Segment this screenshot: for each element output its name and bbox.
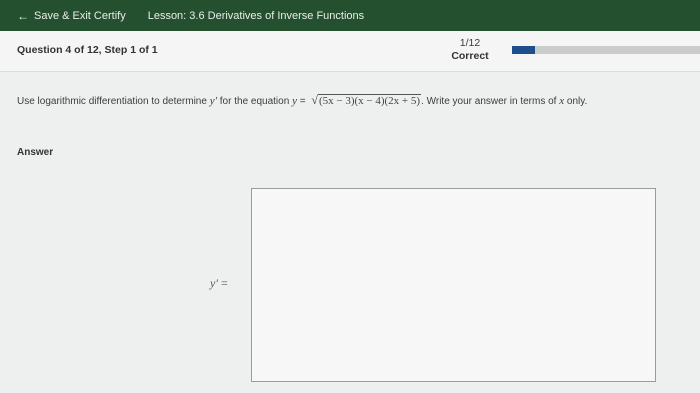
answer-lhs: y′ = xyxy=(210,276,228,291)
question-bar: Question 4 of 12, Step 1 of 1 1/12 Corre… xyxy=(0,31,700,72)
progress-bar xyxy=(512,46,700,54)
prompt-text-mid: for the equation xyxy=(217,96,293,107)
progress-fill xyxy=(512,46,535,54)
question-title: Question 4 of 12, Step 1 of 1 xyxy=(17,44,158,56)
save-exit-button[interactable]: ← Save & Exit Certify xyxy=(0,0,126,31)
score-panel: 1/12 Correct xyxy=(440,37,500,63)
prompt-equals: = xyxy=(296,96,309,107)
answer-label: Answer xyxy=(17,147,54,158)
prompt-radicand: (5x − 3)(x − 4)(2x + 5) xyxy=(317,94,422,107)
answer-y-prime: y′ xyxy=(210,276,218,290)
prompt-text-end: only. xyxy=(564,96,588,107)
answer-equals: = xyxy=(220,276,228,290)
radical-icon: √ xyxy=(311,93,318,107)
answer-input[interactable] xyxy=(251,188,656,382)
question-prompt: Use logarithmic differentiation to deter… xyxy=(17,93,587,108)
prompt-y-prime: y′ xyxy=(209,95,217,107)
prompt-text-post: . Write your answer in terms of xyxy=(421,96,560,107)
score-status: Correct xyxy=(451,50,489,62)
top-bar: ← Save & Exit Certify Lesson: 3.6 Deriva… xyxy=(0,0,700,31)
save-exit-label: Save & Exit Certify xyxy=(34,9,126,22)
score-count: 1/12 xyxy=(459,37,481,49)
prompt-text-start: Use logarithmic differentiation to deter… xyxy=(17,96,210,107)
lesson-title: Lesson: 3.6 Derivatives of Inverse Funct… xyxy=(147,9,365,22)
back-arrow-icon: ← xyxy=(17,8,29,23)
